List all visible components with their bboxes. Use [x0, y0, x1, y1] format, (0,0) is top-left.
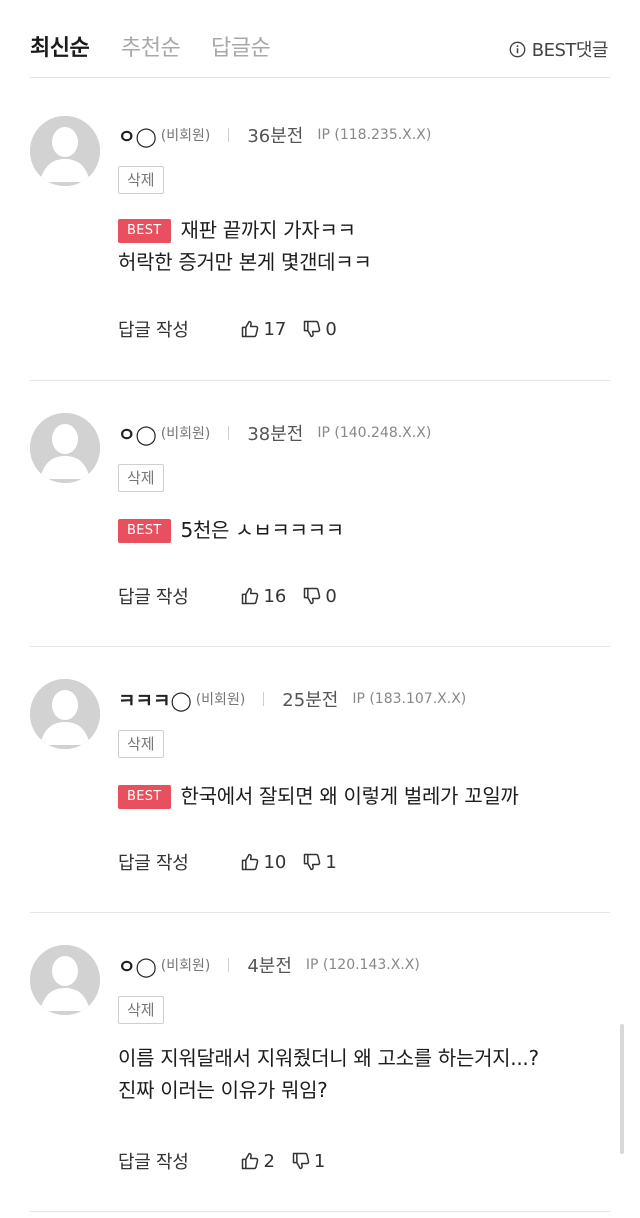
avatar — [30, 679, 100, 749]
best-badge: BEST — [118, 219, 171, 243]
thumbs-down-icon — [304, 320, 321, 338]
dislike-count: 1 — [313, 1150, 326, 1172]
comment-line: 이름 지워달래서 지워줬더니 왜 고소를 하는거지...? — [118, 1046, 539, 1070]
comment-divider — [30, 912, 610, 913]
guest-label: (비회원) — [160, 426, 211, 442]
comment-line: BEST 재판 끝까지 가자ㅋㅋ — [118, 214, 371, 246]
comment-time: 38분전 — [247, 424, 304, 445]
like-count: 2 — [263, 1150, 275, 1172]
comment-actions: 답글 작성 2 1 — [118, 1148, 341, 1174]
default-avatar-icon — [30, 945, 100, 1015]
reply-button[interactable]: 답글 작성 — [118, 316, 189, 342]
avatar — [30, 945, 100, 1015]
nickname: ㅋㅋㅋ◯ — [118, 689, 192, 712]
comment-body: BEST 5천은 ㅅㅂㅋㅋㅋㅋ — [118, 514, 344, 546]
comment-line: BEST 한국에서 잘되면 왜 이렇게 벌레가 꼬일까 — [118, 780, 519, 812]
comment-meta: ㅋㅋㅋ◯ (비회원) 25분전 IP (183.107.X.X) — [118, 687, 467, 712]
meta-separator — [228, 128, 230, 142]
comment-text: 5천은 ㅅㅂㅋㅋㅋㅋ — [180, 518, 345, 542]
reply-button[interactable]: 답글 작성 — [118, 849, 189, 875]
meta-separator — [228, 426, 230, 440]
avatar — [30, 413, 100, 483]
comment-meta: ㅇ◯ (비회원) 38분전 IP (140.248.X.X) — [118, 421, 432, 446]
best-badge: BEST — [118, 785, 171, 809]
thumbs-down-icon — [304, 587, 321, 605]
tab-replies[interactable]: 답글순 — [211, 30, 271, 62]
comment-divider — [30, 1211, 610, 1212]
delete-button[interactable]: 삭제 — [118, 996, 164, 1024]
dislike-button[interactable]: 0 — [302, 318, 337, 340]
like-count: 17 — [263, 318, 287, 340]
ip-address: IP (140.248.X.X) — [317, 425, 432, 441]
comment-body: BEST 한국에서 잘되면 왜 이렇게 벌레가 꼬일까 — [118, 780, 519, 812]
nickname: ㅇ◯ — [118, 955, 157, 978]
avatar — [30, 116, 100, 186]
comment-text: 한국에서 잘되면 왜 이렇게 벌레가 꼬일까 — [180, 784, 519, 808]
comment-time: 4분전 — [247, 956, 292, 977]
comment-actions: 답글 작성 17 0 — [118, 316, 353, 342]
scrollbar[interactable] — [620, 1024, 624, 1154]
dislike-count: 0 — [325, 318, 337, 340]
comment-divider — [30, 380, 610, 381]
reply-button[interactable]: 답글 작성 — [118, 583, 189, 609]
delete-button[interactable]: 삭제 — [118, 166, 164, 194]
comment-text: 재판 끝까지 가자ㅋㅋ — [180, 218, 356, 242]
ip-address: IP (118.235.X.X) — [317, 127, 432, 143]
dislike-button[interactable]: 1 — [302, 851, 337, 873]
thumbs-up-icon — [242, 320, 259, 338]
comment-line: BEST 5천은 ㅅㅂㅋㅋㅋㅋ — [118, 514, 344, 546]
thumbs-down-icon — [304, 853, 321, 871]
comment-body: 이름 지워달래서 지워줬더니 왜 고소를 하는거지...? 진짜 이러는 이유가… — [118, 1042, 539, 1106]
comment-line: 허락한 증거만 본게 몇갠데ㅋㅋ — [118, 250, 372, 274]
meta-separator — [263, 692, 265, 706]
like-button[interactable]: 2 — [240, 1150, 275, 1172]
sort-tabs: 최신순 추천순 답글순 BEST댓글 — [0, 0, 640, 78]
comment-meta: ㅇ◯ (비회원) 36분전 IP (118.235.X.X) — [118, 123, 432, 148]
tab-recommended[interactable]: 추천순 — [121, 30, 181, 62]
dislike-count: 1 — [325, 851, 337, 873]
guest-label: (비회원) — [195, 692, 246, 708]
dislike-button[interactable]: 1 — [291, 1151, 325, 1172]
comment-actions: 답글 작성 16 0 — [118, 583, 353, 609]
best-comments-link[interactable]: BEST댓글 — [509, 36, 609, 62]
dislike-button[interactable]: 0 — [302, 585, 337, 607]
guest-label: (비회원) — [160, 958, 211, 974]
thumbs-up-icon — [242, 853, 259, 871]
ip-address: IP (120.143.X.X) — [305, 957, 420, 973]
info-icon — [509, 41, 526, 57]
like-count: 16 — [263, 585, 287, 607]
nickname: ㅇ◯ — [118, 125, 157, 148]
thumbs-up-icon — [242, 587, 259, 605]
comment-meta: ㅇ◯ (비회원) 4분전 IP (120.143.X.X) — [118, 953, 420, 978]
comment-time: 36분전 — [247, 126, 304, 147]
thumbs-up-icon — [242, 1152, 259, 1170]
delete-button[interactable]: 삭제 — [118, 730, 164, 758]
thumbs-down-icon — [292, 1152, 310, 1170]
delete-button[interactable]: 삭제 — [118, 464, 164, 492]
comment-body: BEST 재판 끝까지 가자ㅋㅋ 허락한 증거만 본게 몇갠데ㅋㅋ — [118, 214, 372, 278]
default-avatar-icon — [30, 679, 100, 749]
like-button[interactable]: 10 — [240, 852, 286, 873]
comment-divider — [30, 646, 610, 647]
best-badge: BEST — [118, 519, 171, 543]
like-count: 10 — [263, 851, 287, 873]
guest-label: (비회원) — [160, 128, 211, 144]
tab-latest[interactable]: 최신순 — [30, 30, 90, 62]
like-button[interactable]: 17 — [240, 319, 286, 340]
meta-separator — [228, 958, 230, 972]
comment-actions: 답글 작성 10 1 — [118, 849, 353, 875]
default-avatar-icon — [30, 413, 100, 483]
comment-line: 진짜 이러는 이유가 뭐임? — [118, 1078, 328, 1102]
reply-button[interactable]: 답글 작성 — [118, 1148, 189, 1174]
dislike-count: 0 — [325, 585, 337, 607]
nickname: ㅇ◯ — [118, 423, 157, 446]
like-button[interactable]: 16 — [240, 586, 286, 607]
default-avatar-icon — [30, 116, 100, 186]
ip-address: IP (183.107.X.X) — [352, 691, 467, 707]
comment-time: 25분전 — [282, 690, 339, 711]
best-comments-label: BEST댓글 — [531, 40, 609, 61]
tabs-divider — [30, 77, 610, 78]
